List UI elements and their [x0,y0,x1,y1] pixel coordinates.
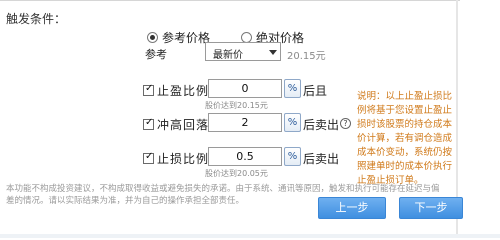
stop-loss-input[interactable]: 0.5 [208,147,282,166]
stop-loss-suffix: 后卖出 [303,152,340,166]
stop-loss-percent-button[interactable]: % [284,147,301,166]
stop-loss-checkbox[interactable] [143,151,154,164]
take-profit-suffix: 后且 [303,84,328,98]
explanation-note: 说明：以上止盈止损比例将基于您设置止盈止损时该股票的持仓成本价计算，若有调仓造成… [357,91,453,186]
trailing-stop-input[interactable]: 2 [208,113,282,132]
stop-loss-label: 止损比例 [157,152,210,166]
trailing-stop-checkbox[interactable] [143,117,154,130]
take-profit-label: 止盈比例 [157,84,210,98]
trailing-stop-percent-button[interactable]: % [284,113,301,132]
reference-price-select[interactable]: 最新价 [205,42,281,61]
take-profit-checkbox[interactable] [143,83,154,96]
bottom-bar [0,234,500,238]
reference-label: 参考 [145,48,167,61]
radio-reference-price-label[interactable]: 参考价格 [162,29,210,46]
reference-price-select-value: 最新价 [213,50,243,61]
next-step-button[interactable]: 下一步 [399,197,463,219]
chevron-down-icon [269,50,277,55]
trailing-stop-suffix: 后卖出 [303,118,340,132]
radio-reference-price[interactable] [147,32,158,43]
take-profit-hint: 股价达到20.15元 [205,101,268,110]
take-profit-percent-button[interactable]: % [284,79,301,98]
current-price: 20.15元 [287,51,326,62]
trailing-stop-label: 冲高回落 [157,118,210,132]
section-title: 触发条件： [6,12,67,26]
prev-step-button[interactable]: 上一步 [318,197,386,219]
stop-loss-hint: 股价达到20.05元 [205,169,268,178]
top-divider [0,0,460,1]
take-profit-input[interactable]: 0 [208,79,282,98]
help-icon[interactable]: ? [340,118,351,129]
